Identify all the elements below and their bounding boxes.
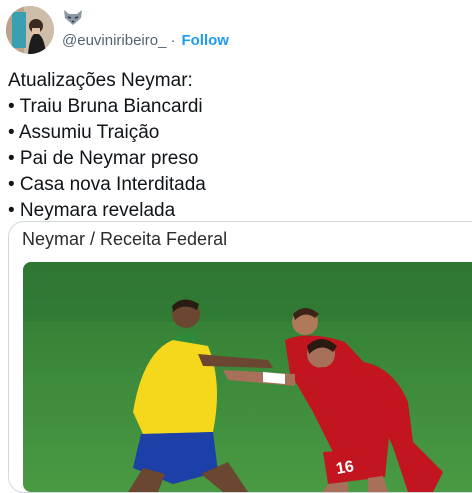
tweet-line: • Traiu Bruna Biancardi: [8, 96, 203, 117]
follow-button[interactable]: Follow: [181, 32, 229, 49]
tweet-line: • Pai de Neymar preso: [8, 148, 199, 169]
separator-dot: ·: [170, 32, 176, 49]
author-handle[interactable]: @euviniribeiro_: [62, 32, 166, 49]
wolf-icon: [62, 8, 84, 26]
card-title: Neymar / Receita Federal: [22, 229, 228, 249]
tweet-line: • Assumiu Traição: [8, 122, 160, 143]
football-match-photo[interactable]: 16: [23, 262, 472, 492]
tweet-text: Atualizações Neymar: • Traiu Bruna Bianc…: [8, 68, 464, 224]
svg-text:16: 16: [335, 458, 356, 478]
quoted-card[interactable]: Neymar / Receita Federal 16: [8, 221, 472, 493]
tweet-header: @euviniribeiro_ · Follow: [6, 6, 466, 54]
avatar[interactable]: [6, 6, 54, 54]
tweet-line: Atualizações Neymar:: [8, 70, 193, 91]
tweet-line: • Casa nova Interditada: [8, 174, 206, 195]
author-meta: @euviniribeiro_ · Follow: [62, 32, 229, 49]
